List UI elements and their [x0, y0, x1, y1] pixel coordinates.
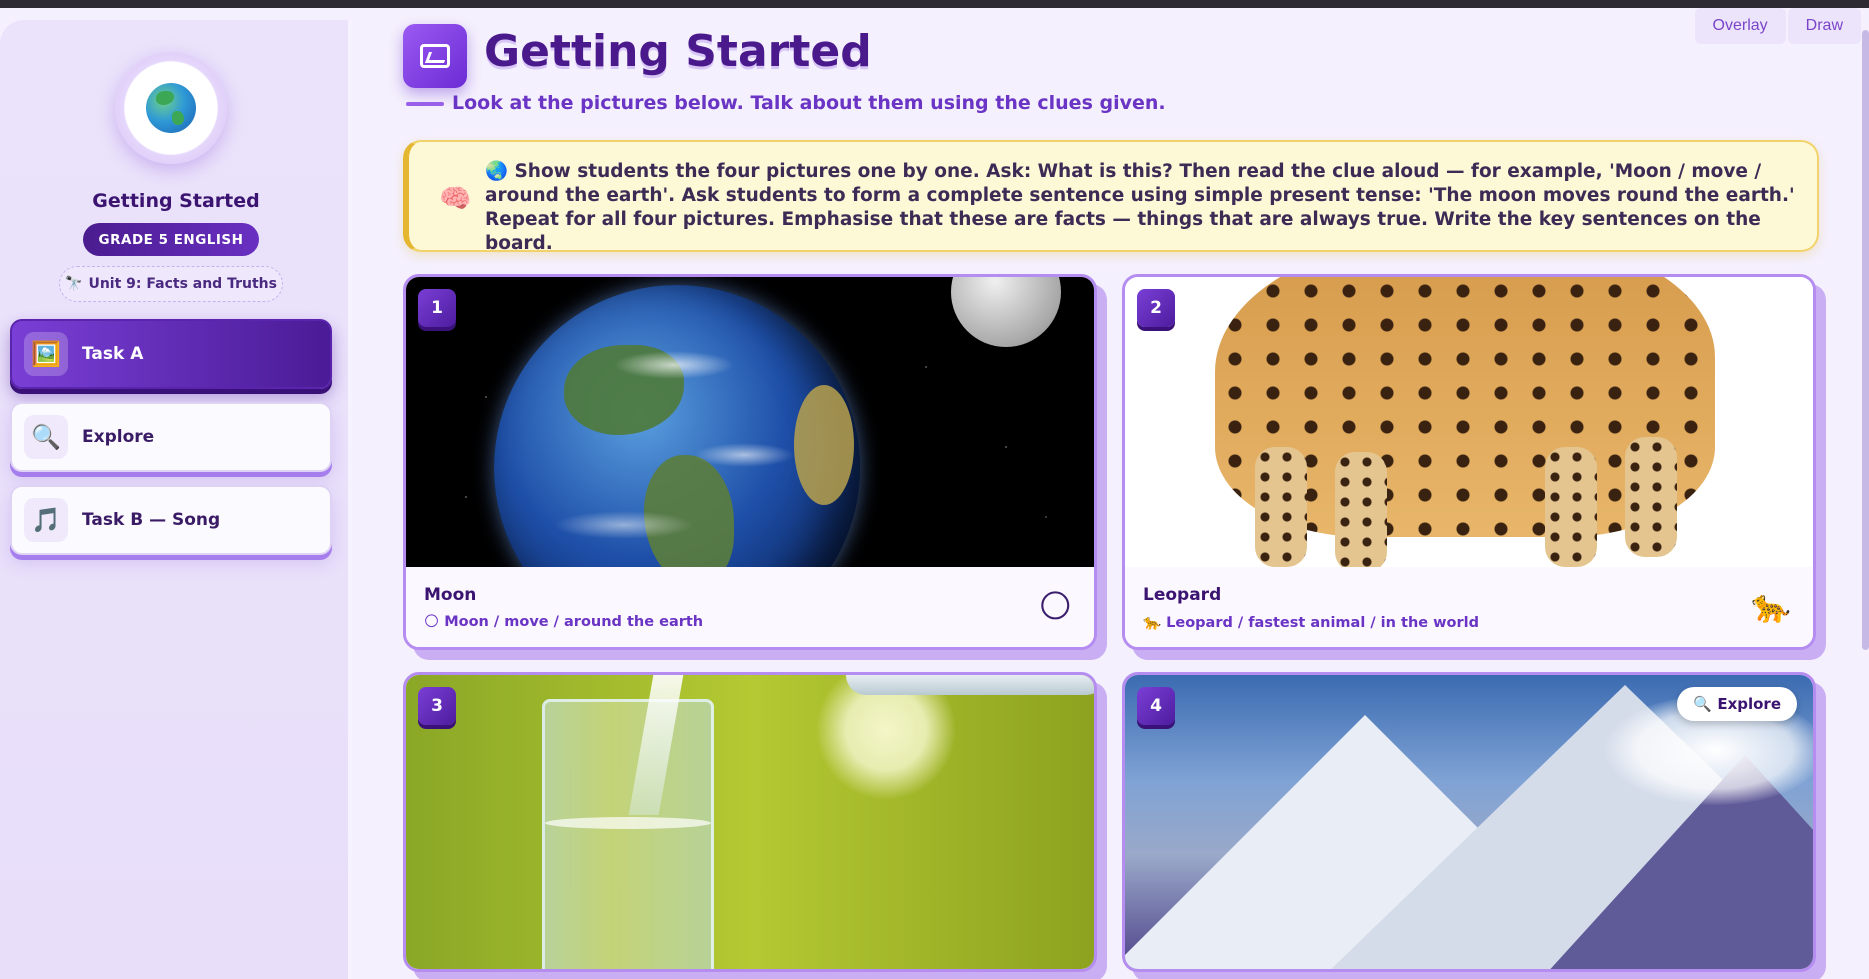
- overlay-button[interactable]: Overlay: [1694, 8, 1786, 44]
- music-note-icon: 🎵: [24, 498, 68, 542]
- picture-card-water[interactable]: 3: [403, 672, 1097, 972]
- telescope-icon: 🔭: [65, 276, 83, 292]
- card-number: 2: [1137, 289, 1175, 327]
- sidebar: Getting Started GRADE 5 ENGLISH 🔭 Unit 9…: [0, 20, 352, 979]
- page-title: Getting Started: [484, 26, 872, 77]
- globe-avatar: [115, 52, 227, 164]
- sidebar-item-explore[interactable]: 🔍 Explore: [10, 402, 332, 472]
- page-subtitle: Look at the pictures below. Talk about t…: [452, 92, 1166, 114]
- card-title: Leopard: [1143, 585, 1222, 605]
- card-clue: 🌕 Moon / move / around the earth: [424, 614, 703, 630]
- unit-label: Unit 9: Facts and Truths: [88, 276, 277, 292]
- leopard-image: [1125, 277, 1813, 567]
- sidebar-item-task-b-song[interactable]: 🎵 Task B — Song: [10, 485, 332, 555]
- teacher-tip-text: 🌏 Show students the four pictures one by…: [485, 161, 1795, 254]
- sidebar-title: Getting Started: [92, 190, 260, 212]
- picture-card-mountain[interactable]: 4 🔍 Explore: [1122, 672, 1816, 972]
- card-footer: Moon 🌕 Moon / move / around the earth 🌕: [406, 567, 1094, 647]
- card-number: 3: [418, 687, 456, 725]
- card-title: Moon: [424, 585, 477, 605]
- magnifier-icon: 🔍: [24, 415, 68, 459]
- picture-icon: 🖼️: [24, 332, 68, 376]
- picture-card-moon[interactable]: 1 Moon 🌕 Moon / move / around the earth …: [403, 274, 1097, 650]
- leopard-icon: 🐆: [1751, 587, 1791, 625]
- sidebar-item-task-a[interactable]: 🖼️ Task A: [10, 319, 332, 389]
- window-top-bar: [0, 0, 1869, 8]
- card-footer: Leopard 🐆 Leopard / fastest animal / in …: [1125, 567, 1813, 647]
- picture-card-leopard[interactable]: 2 Leopard 🐆 Leopard / fastest animal / i…: [1122, 274, 1816, 650]
- card-number: 1: [418, 289, 456, 327]
- card-clue: 🐆 Leopard / fastest animal / in the worl…: [1143, 614, 1479, 631]
- card-clue-text: Moon / move / around the earth: [444, 614, 704, 630]
- sidebar-item-label: Explore: [82, 427, 155, 447]
- card-number: 4: [1137, 687, 1175, 725]
- moon-icon: 🌕: [424, 614, 440, 630]
- moon-icon: 🌕: [1038, 587, 1072, 625]
- unit-pill: 🔭 Unit 9: Facts and Truths: [59, 266, 283, 302]
- explore-button[interactable]: 🔍 Explore: [1677, 687, 1797, 721]
- teacher-tip-box: 🧠 🌏 Show students the four pictures one …: [403, 140, 1819, 254]
- globe-icon: [146, 83, 196, 133]
- draw-button[interactable]: Draw: [1787, 8, 1861, 44]
- grade-badge: GRADE 5 ENGLISH: [83, 223, 259, 256]
- earth-moon-image: [406, 277, 1094, 567]
- scrollbar[interactable]: [1862, 30, 1869, 650]
- gallery-icon: [403, 24, 467, 88]
- brain-icon: 🧠: [439, 184, 472, 214]
- subtitle-accent-line: [406, 102, 444, 106]
- sidebar-item-label: Task B — Song: [82, 510, 221, 530]
- water-glass-image: [406, 675, 1094, 969]
- leopard-icon: 🐆: [1143, 615, 1162, 631]
- overlay-controls: Overlay Draw: [1693, 8, 1861, 44]
- sidebar-item-label: Task A: [82, 344, 144, 364]
- card-clue-text: Leopard / fastest animal / in the world: [1166, 615, 1480, 631]
